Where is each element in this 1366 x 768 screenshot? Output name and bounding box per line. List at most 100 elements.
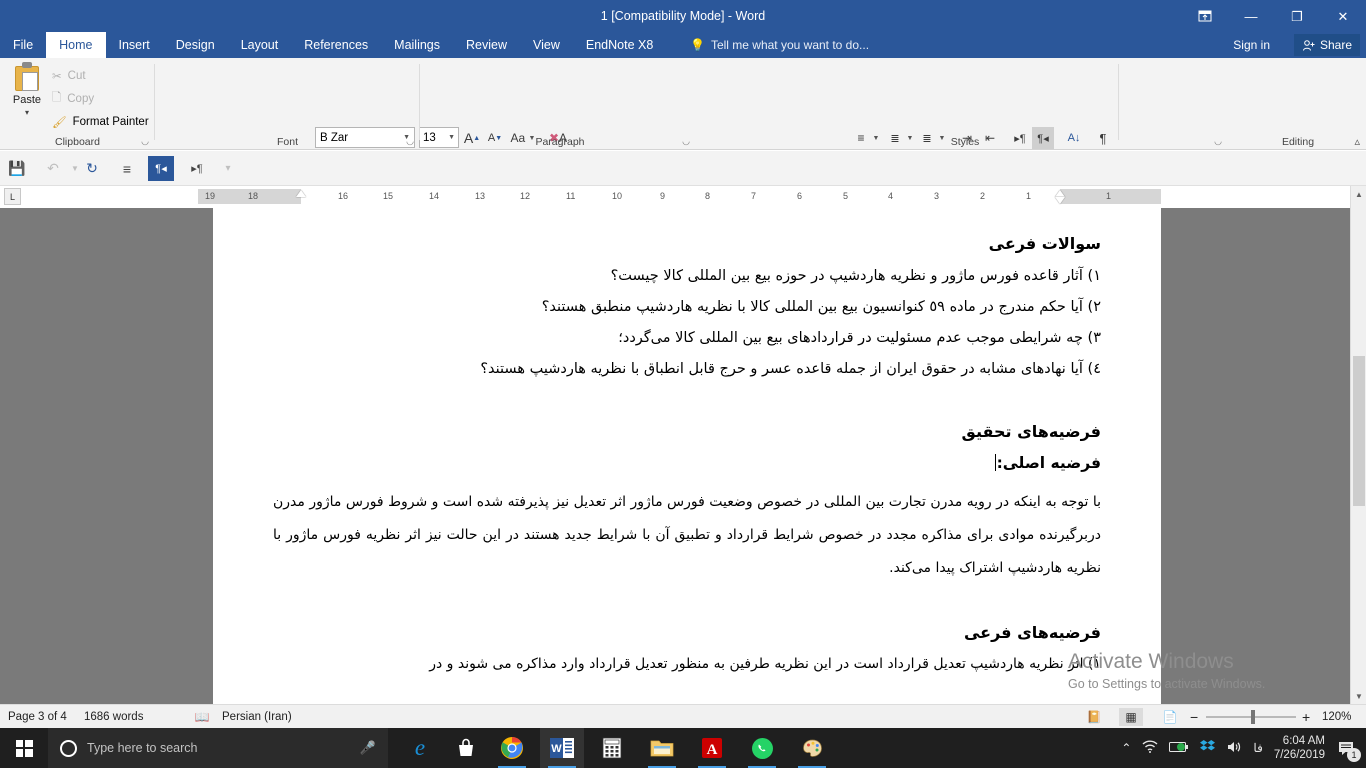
- zoom-in-button[interactable]: +: [1302, 705, 1310, 729]
- paste-button[interactable]: Paste ▾: [6, 62, 48, 130]
- scroll-down-arrow-icon[interactable]: ▼: [1351, 688, 1366, 704]
- taskbar-app-whatsapp[interactable]: [740, 728, 784, 768]
- store-icon: [455, 737, 477, 759]
- close-button[interactable]: ✕: [1320, 0, 1366, 32]
- folder-icon: [649, 737, 675, 759]
- web-layout-icon[interactable]: 📄: [1158, 708, 1182, 726]
- language-indicator[interactable]: Persian (Iran): [222, 705, 292, 729]
- tab-stop-selector[interactable]: L: [4, 188, 21, 205]
- share-button[interactable]: Share: [1294, 34, 1360, 56]
- search-input[interactable]: Type here to search: [87, 741, 350, 755]
- tab-home[interactable]: Home: [46, 32, 105, 58]
- cut-label: Cut: [68, 70, 86, 82]
- vertical-scrollbar[interactable]: ▲ ▼: [1350, 186, 1366, 704]
- title-bar: 1 [Compatibility Mode] - Word — ❐ ✕: [0, 0, 1366, 32]
- ruler-tick: 1: [1106, 189, 1111, 204]
- heading-sub-questions: سوالات فرعی: [273, 234, 1101, 253]
- ribbon-display-options-icon[interactable]: [1182, 0, 1228, 32]
- chevron-down-icon[interactable]: ▾: [25, 108, 29, 117]
- microphone-icon[interactable]: 🎤: [360, 740, 376, 756]
- hanging-indent-marker[interactable]: [1055, 190, 1065, 197]
- wifi-icon[interactable]: [1142, 740, 1158, 757]
- ribbon-tabs: File Home Insert Design Layout Reference…: [0, 32, 666, 58]
- copy-button[interactable]: 🗋 Copy: [52, 89, 94, 109]
- taskbar-app-word[interactable]: W: [540, 728, 584, 768]
- taskbar-app-chrome[interactable]: [490, 728, 534, 768]
- group-styles: AaBbCcDdEe Emphasis AaBbCcDdEe ¶ Heading…: [700, 58, 1230, 150]
- word-count[interactable]: 1686 words: [84, 705, 143, 729]
- tab-file[interactable]: File: [0, 32, 46, 58]
- document-text-body[interactable]: سوالات فرعی ١) آثار قاعده فورس ماژور و ن…: [273, 234, 1101, 672]
- cortana-icon: [60, 740, 77, 757]
- taskbar-app-calculator[interactable]: [590, 728, 634, 768]
- document-canvas[interactable]: سوالات فرعی ١) آثار قاعده فورس ماژور و ن…: [0, 208, 1366, 704]
- input-language-indicator[interactable]: فا: [1253, 741, 1262, 755]
- status-bar: Page 3 of 4 1686 words 📖 Persian (Iran) …: [0, 704, 1366, 728]
- zoom-slider-thumb[interactable]: [1251, 710, 1255, 724]
- left-indent-marker[interactable]: [1055, 197, 1065, 204]
- document-page[interactable]: سوالات فرعی ١) آثار قاعده فورس ماژور و ن…: [213, 208, 1161, 704]
- taskbar-app-adobe-reader[interactable]: A: [690, 728, 734, 768]
- clock[interactable]: 6:04 AM 7/26/2019: [1274, 734, 1325, 763]
- adobe-reader-icon: A: [701, 737, 723, 759]
- paragraph-dialog-launcher[interactable]: ◡: [682, 136, 690, 147]
- font-dialog-launcher[interactable]: ◡: [406, 136, 414, 147]
- tab-insert[interactable]: Insert: [106, 32, 163, 58]
- right-to-left-icon[interactable]: ¶◂: [148, 156, 174, 181]
- collapse-ribbon-icon[interactable]: ▵: [1354, 135, 1360, 148]
- taskbar-app-microsoft-store[interactable]: [444, 728, 488, 768]
- restore-button[interactable]: ❐: [1274, 0, 1320, 32]
- start-button[interactable]: [0, 728, 48, 768]
- tab-mailings[interactable]: Mailings: [381, 32, 453, 58]
- tab-layout[interactable]: Layout: [228, 32, 292, 58]
- horizontal-ruler[interactable]: 19 18 16 15 14 13 12 11 10 9 8 7 6 5 4 3…: [198, 189, 1161, 204]
- scroll-up-arrow-icon[interactable]: ▲: [1351, 186, 1366, 202]
- minimize-button[interactable]: —: [1228, 0, 1274, 32]
- volume-icon[interactable]: [1226, 740, 1242, 757]
- group-clipboard: Paste ▾ ✂ Cut 🗋 Copy 🖌 Format Painter Cl…: [0, 58, 155, 150]
- ruler-tick: 8: [705, 189, 710, 204]
- dropbox-icon[interactable]: [1200, 739, 1215, 757]
- taskbar-app-paint[interactable]: [790, 728, 834, 768]
- read-mode-icon[interactable]: 📔: [1082, 708, 1106, 726]
- format-painter-button[interactable]: 🖌 Format Painter: [52, 112, 149, 132]
- tell-me-box[interactable]: 💡 Tell me what you want to do...: [690, 32, 869, 58]
- page-indicator[interactable]: Page 3 of 4: [8, 705, 67, 729]
- left-to-right-icon[interactable]: ▸¶: [184, 156, 210, 181]
- tab-references[interactable]: References: [291, 32, 381, 58]
- clipboard-dialog-launcher[interactable]: ◡: [141, 136, 149, 147]
- print-layout-icon[interactable]: ▦: [1119, 708, 1143, 726]
- search-box[interactable]: Type here to search 🎤: [48, 728, 388, 768]
- redo-icon[interactable]: ↻: [79, 156, 105, 181]
- show-hidden-icons-icon[interactable]: ⌃: [1121, 741, 1131, 755]
- taskbar-app-edge[interactable]: e: [398, 728, 442, 768]
- tab-review[interactable]: Review: [453, 32, 520, 58]
- scrollbar-thumb[interactable]: [1353, 356, 1365, 506]
- ruler-tick: 10: [612, 189, 622, 204]
- taskbar: Type here to search 🎤 e W: [0, 728, 1366, 768]
- tab-endnote[interactable]: EndNote X8: [573, 32, 666, 58]
- tab-view[interactable]: View: [520, 32, 573, 58]
- customize-quick-access-icon[interactable]: ▾: [215, 156, 241, 181]
- save-icon[interactable]: 💾: [4, 156, 30, 181]
- notifications-icon[interactable]: 1: [1336, 737, 1358, 759]
- ruler-tick: 7: [751, 189, 756, 204]
- clock-time: 6:04 AM: [1283, 734, 1325, 748]
- group-font: B Zar ▼ 13 ▼ A▲ A▼ Aa ▼ ✖A B I: [155, 58, 420, 150]
- zoom-out-button[interactable]: −: [1190, 705, 1198, 729]
- proofing-errors-icon[interactable]: 📖: [190, 708, 214, 726]
- sign-in-button[interactable]: Sign in: [1233, 32, 1270, 58]
- lightbulb-icon: 💡: [690, 32, 705, 58]
- paste-icon: [13, 62, 41, 92]
- zoom-level[interactable]: 120%: [1322, 705, 1351, 729]
- styles-dialog-launcher[interactable]: ◡: [1214, 136, 1222, 147]
- chrome-icon: [500, 736, 524, 760]
- cut-button[interactable]: ✂ Cut: [52, 66, 86, 86]
- battery-icon[interactable]: [1169, 741, 1189, 756]
- subheading-main-hypothesis: فرضیه اصلی:: [273, 454, 1101, 472]
- tab-design[interactable]: Design: [163, 32, 228, 58]
- ruler-tick: 14: [429, 189, 439, 204]
- align-icon[interactable]: ≡: [114, 156, 140, 181]
- first-line-indent-marker[interactable]: [296, 190, 306, 197]
- taskbar-app-file-explorer[interactable]: [640, 728, 684, 768]
